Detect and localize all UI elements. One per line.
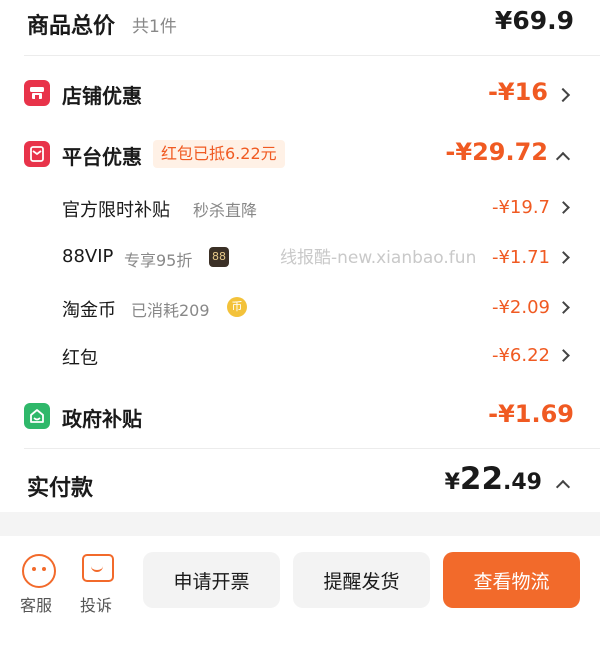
chevron-right-icon bbox=[557, 251, 570, 264]
goods-total-price: ¥69.9 bbox=[494, 6, 574, 35]
platform-discount-row[interactable]: 平台优惠 红包已抵6.22元 -¥29.72 bbox=[0, 132, 600, 178]
sub-item-red-packet[interactable]: 红包 -¥6.22 bbox=[0, 338, 600, 374]
paid-decimal: .49 bbox=[503, 470, 542, 495]
sub-item-taojinbi[interactable]: 淘金币 已消耗209 币 -¥2.09 bbox=[0, 290, 600, 326]
sub-item-label: 红包 bbox=[62, 348, 98, 369]
gov-subsidy-label: 政府补贴 bbox=[62, 407, 142, 431]
bottom-action-bar: 客服 投诉 申请开票 提醒发货 查看物流 bbox=[0, 536, 600, 671]
sub-item-note: 已消耗209 bbox=[131, 301, 210, 320]
store-discount-row[interactable]: 店铺优惠 -¥16 bbox=[0, 70, 600, 116]
complaint-button[interactable]: 投诉 bbox=[78, 552, 120, 615]
red-packet-icon bbox=[24, 141, 50, 167]
red-packet-tag: 红包已抵6.22元 bbox=[153, 140, 285, 168]
divider bbox=[24, 448, 600, 449]
apply-invoice-button[interactable]: 申请开票 bbox=[143, 552, 280, 608]
section-gap bbox=[0, 512, 600, 536]
paid-currency: ¥ bbox=[444, 470, 460, 495]
divider bbox=[24, 55, 600, 56]
gov-icon bbox=[24, 403, 50, 429]
sub-item-official-subsidy[interactable]: 官方限时补贴 秒杀直降 -¥19.7 bbox=[0, 190, 600, 226]
chevron-up-icon[interactable] bbox=[555, 479, 571, 495]
gov-subsidy-amount: -¥1.69 bbox=[488, 400, 574, 428]
complaint-label: 投诉 bbox=[80, 596, 113, 615]
sub-item-amount: -¥1.71 bbox=[491, 247, 550, 268]
service-button[interactable]: 客服 bbox=[18, 552, 60, 615]
sub-item-note: 秒杀直降 bbox=[193, 201, 258, 220]
service-label: 客服 bbox=[20, 596, 53, 615]
store-discount-amount: -¥16 bbox=[487, 78, 548, 106]
sub-item-label: 官方限时补贴 bbox=[62, 200, 170, 221]
sub-item-label: 淘金币 bbox=[62, 300, 116, 321]
platform-discount-amount: -¥29.72 bbox=[445, 138, 548, 166]
coin-icon: 币 bbox=[227, 297, 247, 317]
view-logistics-button[interactable]: 查看物流 bbox=[443, 552, 580, 608]
platform-discount-label: 平台优惠 bbox=[62, 145, 142, 169]
paid-label: 实付款 bbox=[27, 476, 94, 501]
chevron-up-icon bbox=[555, 151, 571, 167]
sub-item-amount: -¥6.22 bbox=[491, 345, 550, 366]
goods-count: 共1件 bbox=[132, 17, 177, 37]
gov-subsidy-row[interactable]: 政府补贴 -¥1.69 bbox=[0, 394, 600, 440]
chevron-right-icon bbox=[557, 301, 570, 314]
store-icon bbox=[24, 80, 50, 106]
vip-88-badge: 88 bbox=[209, 247, 229, 267]
sub-item-label: 88VIP bbox=[62, 246, 114, 267]
sub-item-amount: -¥2.09 bbox=[491, 297, 550, 318]
chevron-right-icon bbox=[555, 87, 571, 103]
watermark: 线报酷-new.xianbao.fun bbox=[280, 248, 477, 268]
chevron-right-icon bbox=[557, 349, 570, 362]
store-discount-label: 店铺优惠 bbox=[62, 84, 142, 108]
service-face-icon bbox=[22, 554, 56, 588]
order-price-detail: 商品总价 共1件 ¥69.9 店铺优惠 -¥16 平台优惠 红包已抵6.22元 … bbox=[0, 0, 600, 512]
goods-total-title: 商品总价 bbox=[27, 14, 116, 39]
sub-item-note: 专享95折 bbox=[124, 251, 193, 270]
paid-integer: 22 bbox=[459, 461, 504, 497]
remind-shipping-button[interactable]: 提醒发货 bbox=[293, 552, 430, 608]
paid-amount[interactable]: ¥22.49 bbox=[445, 461, 542, 497]
chevron-right-icon bbox=[557, 201, 570, 214]
complaint-icon bbox=[82, 554, 114, 582]
sub-item-amount: -¥19.7 bbox=[491, 197, 550, 218]
